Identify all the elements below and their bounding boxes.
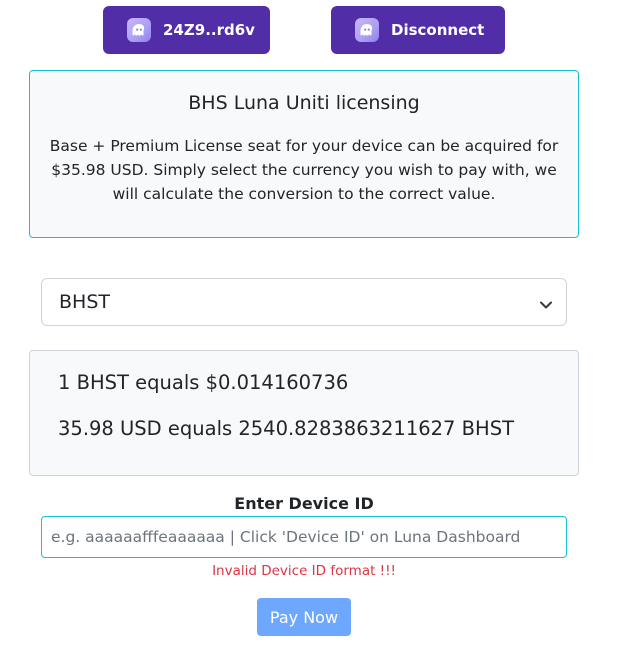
device-id-error: Invalid Device ID format !!!	[212, 563, 396, 579]
currency-select[interactable]: BHST	[41, 278, 567, 326]
pay-now-button[interactable]: Pay Now	[257, 598, 351, 636]
licensing-description: Base + Premium License seat for your dev…	[49, 137, 559, 203]
disconnect-label: Disconnect	[391, 21, 485, 39]
wallet-address-button[interactable]: 24Z9..rd6v	[103, 6, 270, 54]
phantom-ghost-icon	[355, 18, 379, 42]
disconnect-button[interactable]: Disconnect	[331, 6, 505, 54]
conversion-total: 35.98 USD equals 2540.8283863211627 BHST	[58, 417, 514, 440]
conversion-card: 1 BHST equals $0.014160736 35.98 USD equ…	[29, 350, 579, 476]
device-id-input[interactable]	[41, 516, 567, 558]
device-id-label: Enter Device ID	[234, 494, 374, 513]
wallet-address-label: 24Z9..rd6v	[163, 21, 255, 39]
phantom-ghost-icon	[127, 18, 151, 42]
licensing-title: BHS Luna Uniti licensing	[188, 92, 420, 114]
licensing-info-card: BHS Luna Uniti licensing Base + Premium …	[29, 70, 579, 238]
chevron-down-icon	[539, 295, 553, 317]
conversion-rate: 1 BHST equals $0.014160736	[58, 371, 349, 394]
currency-selected-value: BHST	[59, 291, 110, 313]
